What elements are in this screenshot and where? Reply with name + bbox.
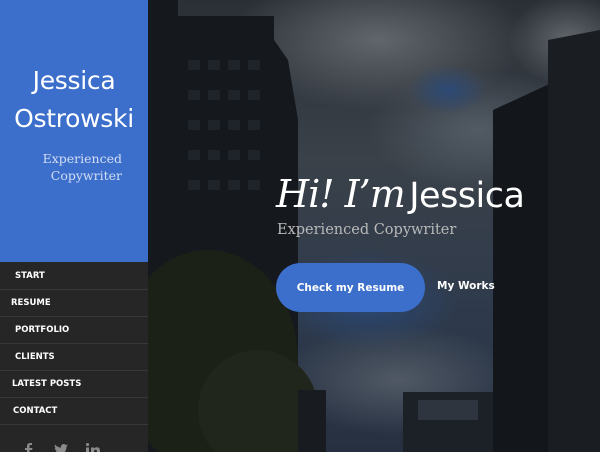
hero-section: Hi! I’m Jessica Experienced Copywriter C… [148, 0, 600, 452]
check-resume-button[interactable]: Check my Resume [276, 263, 425, 312]
facebook-icon[interactable] [22, 443, 36, 452]
brand-panel: Jessica Ostrowski Experienced Copywriter [0, 0, 148, 262]
twitter-icon[interactable] [54, 443, 68, 452]
hero-greeting-name: Jessica [409, 176, 525, 216]
site-title-first: Jessica [32, 66, 116, 95]
site-subtitle-line1: Experienced [42, 151, 122, 166]
hero-tagline: Experienced Copywriter [277, 222, 457, 238]
nav-item-contact[interactable]: CONTACT [0, 398, 148, 425]
linkedin-icon[interactable] [86, 443, 100, 452]
site-subtitle: Experienced Copywriter [0, 150, 122, 184]
site-title[interactable]: Jessica Ostrowski [0, 62, 148, 138]
social-links [22, 443, 100, 452]
hero-greeting-prefix: Hi! I’m [276, 172, 406, 216]
sidebar: Jessica Ostrowski Experienced Copywriter… [0, 0, 148, 452]
site-subtitle-line2: Copywriter [50, 168, 122, 183]
nav-item-resume[interactable]: RESUME [0, 290, 148, 317]
site-title-last: Ostrowski [14, 104, 134, 133]
main-nav: START RESUME PORTFOLIO CLIENTS LATEST PO… [0, 263, 148, 425]
nav-item-clients[interactable]: CLIENTS [0, 344, 148, 371]
nav-item-latest-posts[interactable]: LATEST POSTS [0, 371, 148, 398]
my-works-link[interactable]: My Works [437, 280, 495, 292]
nav-item-portfolio[interactable]: PORTFOLIO [0, 317, 148, 344]
nav-item-start[interactable]: START [0, 263, 148, 290]
